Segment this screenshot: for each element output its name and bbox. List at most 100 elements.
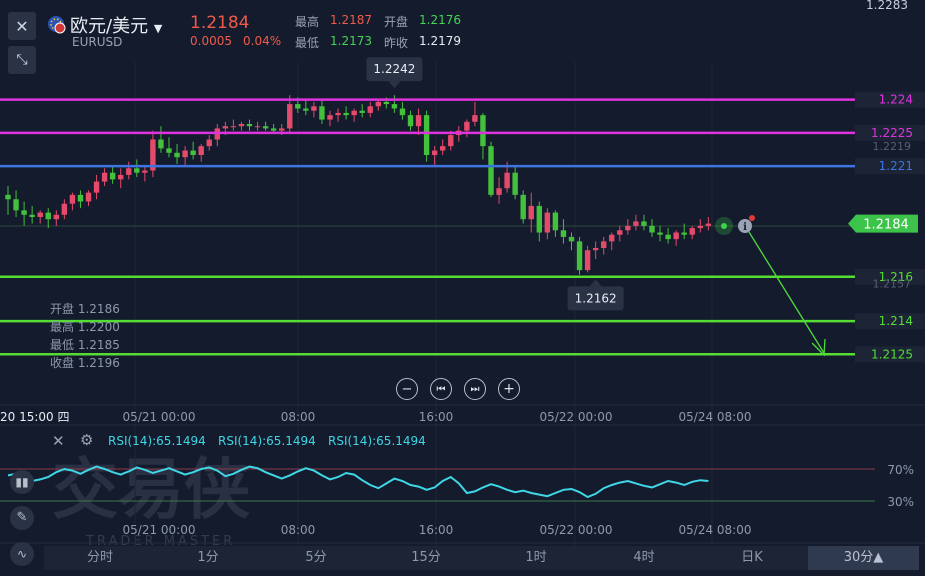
annotation-label: 1.2162 [575, 291, 617, 305]
timeframe-tab[interactable]: 5分 [262, 546, 370, 570]
candle-body [118, 174, 124, 180]
candle-body [440, 146, 446, 151]
x-tick-label: 20 15:00 四 [0, 410, 69, 424]
high-value: 1.2187 [330, 13, 372, 27]
candle-body [552, 212, 559, 231]
x-tick-label: 05/24 08:00 [679, 410, 752, 424]
chart-nav: − ⏮ ⏭ + [396, 378, 520, 400]
close-indicator-icon[interactable]: ✕ [52, 432, 65, 450]
bars-icon[interactable]: ▮▮ [10, 470, 34, 494]
candle [520, 190, 526, 224]
candle-body [399, 108, 406, 116]
timeframe-tab[interactable]: 15分 [370, 546, 482, 570]
candle-body [480, 115, 486, 147]
candle-body [576, 241, 583, 271]
candle-body [303, 108, 309, 111]
candle-body [496, 188, 502, 195]
candle-body [126, 168, 132, 175]
watermark-text: 交易侠 [52, 451, 250, 528]
annotation-label: 1.2242 [373, 62, 415, 76]
candle-body [61, 203, 68, 215]
candle-body [464, 121, 470, 131]
candle-body [190, 150, 196, 155]
candle-body [230, 126, 237, 128]
candle-body [512, 172, 518, 195]
rsi-x-tick-label: 05/24 08:00 [679, 523, 752, 537]
price-line-label: 1.2225 [871, 126, 913, 140]
candle-body [166, 148, 172, 153]
candle-body [625, 225, 631, 231]
ohlc-open: 开盘 1.2186 [50, 302, 120, 316]
price-change-pct: 0.04% [243, 34, 282, 48]
candle-body [174, 152, 180, 158]
candle-body [5, 194, 11, 200]
zoom-in-button[interactable]: + [498, 378, 520, 400]
rsi-label-1: RSI(14):65.1494 [108, 434, 206, 448]
candle-body [697, 225, 703, 229]
candle-body [142, 170, 148, 173]
rsi-label-2: RSI(14):65.1494 [218, 434, 316, 448]
x-tick-label: 05/21 00:00 [123, 410, 196, 424]
timeframe-tab[interactable]: 1分 [154, 546, 262, 570]
timeframe-tab[interactable]: 1时 [482, 546, 590, 570]
candle [576, 236, 583, 275]
zoom-out-button[interactable]: − [396, 378, 418, 400]
candle-body [681, 232, 687, 235]
timeframe-tab[interactable]: 日K [698, 546, 806, 570]
candle-body [601, 241, 607, 248]
candle-body [520, 194, 526, 220]
open-value: 1.2176 [419, 13, 461, 27]
candle-body [53, 214, 59, 220]
candle-body [584, 250, 591, 271]
candle-body [657, 232, 663, 235]
axis-price-label: 1.2157 [873, 277, 912, 290]
axis-price-label: 1.2219 [873, 140, 912, 153]
expand-icon[interactable]: ⤡ [8, 46, 36, 74]
candle-body [13, 199, 19, 211]
candle-body [158, 139, 164, 149]
candle-body [431, 150, 438, 155]
candle-body [617, 230, 623, 235]
current-price: 1.2184 [190, 13, 250, 33]
candle [488, 141, 494, 198]
x-tick-label: 08:00 [281, 410, 316, 424]
timeframe-tab[interactable]: 分时 [46, 546, 154, 570]
x-tick-label: 05/22 00:00 [540, 410, 613, 424]
candle-body [359, 110, 365, 113]
candle-body [488, 146, 494, 195]
next-button[interactable]: ⏭ [464, 378, 486, 400]
candle-body [423, 115, 430, 155]
prev-button[interactable]: ⏮ [430, 378, 452, 400]
candle-body [287, 104, 293, 129]
pencil-icon[interactable]: ✎ [10, 506, 34, 530]
rsi-label-3: RSI(14):65.1494 [328, 434, 426, 448]
candle-body [109, 172, 116, 180]
ohlc-close: 收盘 1.2196 [50, 356, 120, 370]
prev-close-value: 1.2179 [419, 34, 461, 48]
candle-body [21, 210, 27, 215]
candle-body [37, 212, 43, 217]
price-line-label: 1.2125 [871, 347, 913, 361]
candle-body [198, 146, 204, 155]
candle-body [568, 236, 575, 242]
main-chart[interactable]: 交易侠 TRADER MASTER 1.2241.22251.2211.2161… [0, 0, 925, 576]
ohlc-low: 最低 1.2185 [50, 338, 120, 352]
candle-body [206, 139, 212, 147]
candle-body [689, 228, 695, 235]
candle-body [77, 194, 84, 202]
timeframe-tab[interactable]: 4时 [590, 546, 698, 570]
settings-icon[interactable]: ⚙ [80, 431, 93, 449]
timeframe-tab[interactable]: 30分▲ [808, 546, 919, 570]
candle-body [182, 150, 188, 158]
candle-body [262, 126, 269, 129]
candle-body [665, 234, 671, 240]
indicator-icon[interactable]: ∿ [10, 542, 34, 566]
close-button[interactable]: ✕ [8, 12, 36, 40]
candle-body [69, 194, 76, 204]
price-line-label: 1.214 [879, 314, 913, 328]
dropdown-icon[interactable]: ▼ [154, 22, 162, 35]
price-line-label: 1.221 [879, 159, 913, 173]
candle-body [85, 192, 92, 202]
open-label: 开盘 [384, 15, 409, 29]
candle-body [327, 115, 333, 120]
